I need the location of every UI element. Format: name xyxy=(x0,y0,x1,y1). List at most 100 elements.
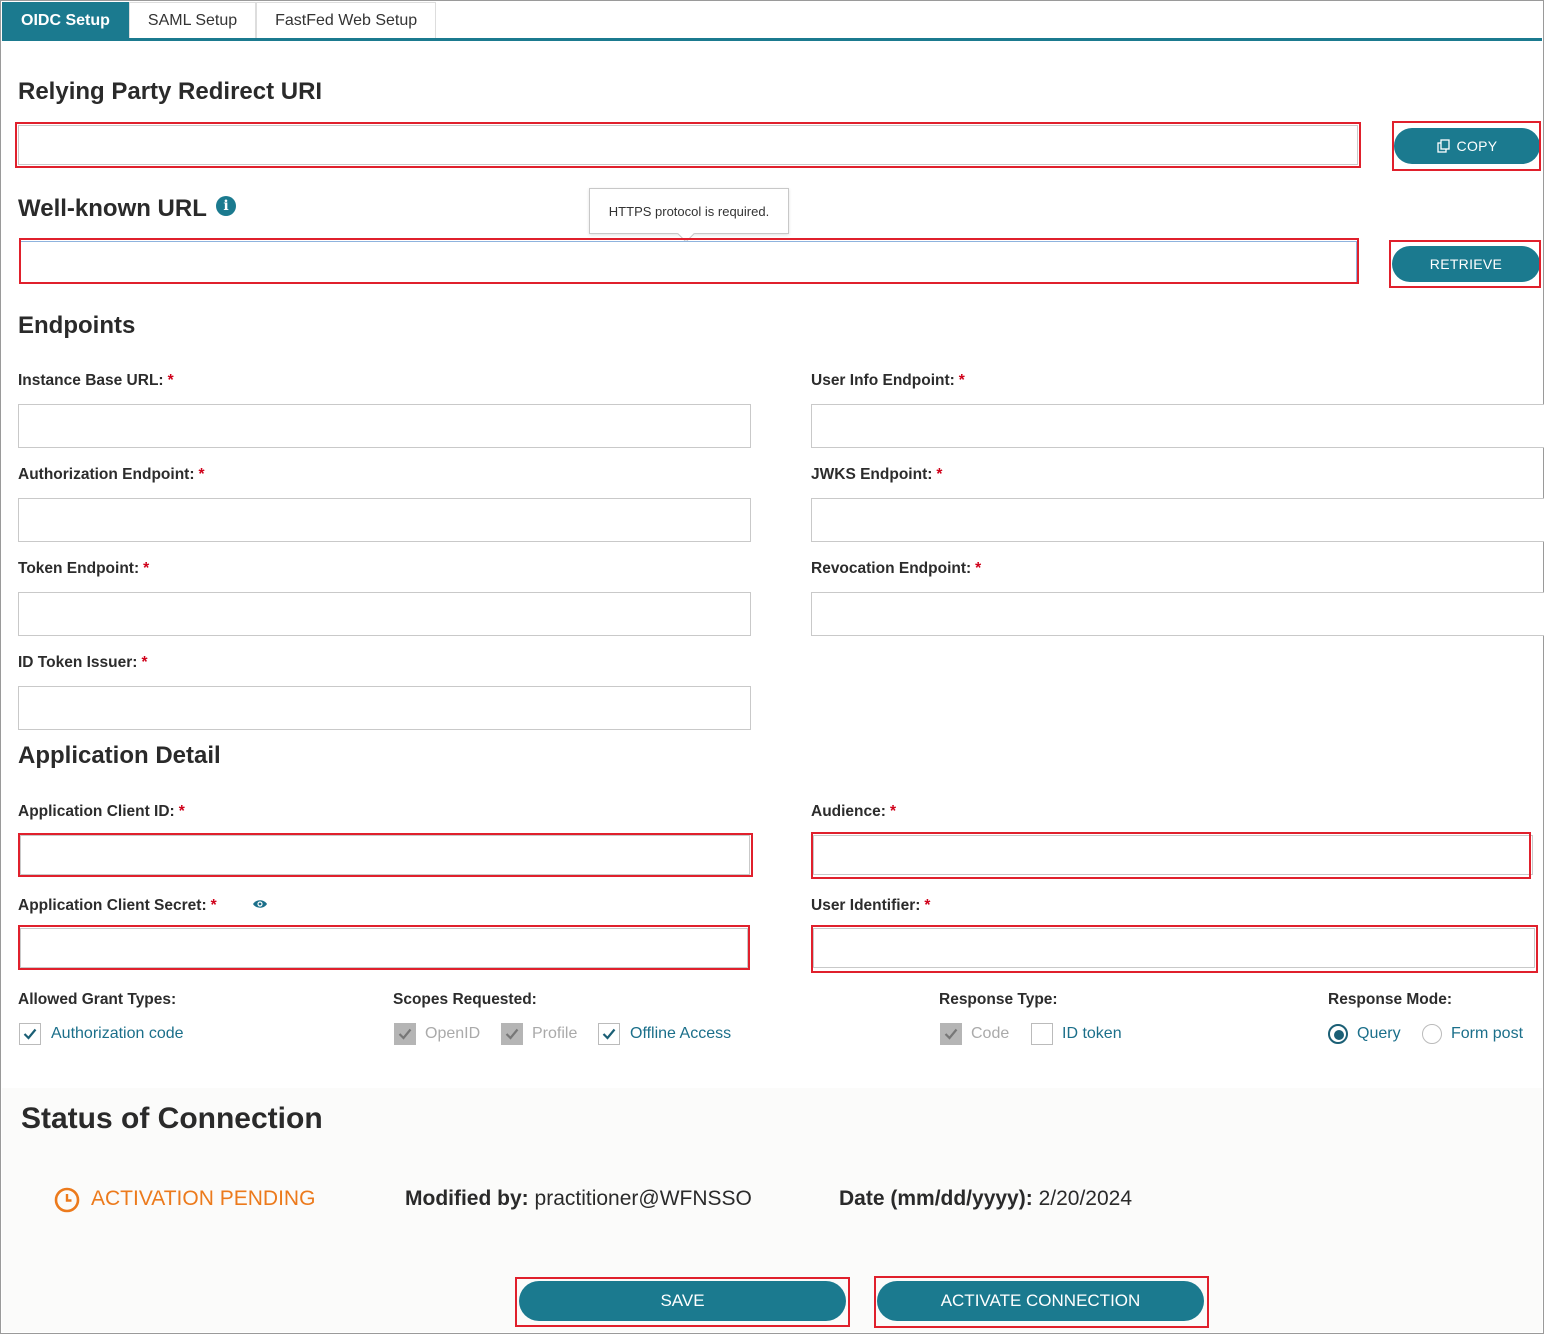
status-title: Status of Connection xyxy=(21,1102,323,1135)
tab-underline xyxy=(2,38,1542,41)
response-mode-label: Response Mode: xyxy=(1328,991,1453,1008)
token-endpoint-input[interactable] xyxy=(18,592,751,636)
tooltip-text: HTTPS protocol is required. xyxy=(608,203,770,219)
colon: : xyxy=(521,1187,529,1210)
modified-by: Modified by: practitioner@WFNSSO xyxy=(405,1187,752,1211)
application-detail-title: Application Detail xyxy=(18,742,221,769)
query-radio[interactable] xyxy=(1328,1024,1348,1044)
modified-by-label: Modified by xyxy=(405,1187,522,1210)
check-icon xyxy=(398,1028,412,1040)
copy-icon xyxy=(1436,139,1450,153)
tab-fastfed-web-setup[interactable]: FastFed Web Setup xyxy=(256,2,437,39)
audience-input[interactable] xyxy=(813,835,1533,875)
relying-party-input[interactable] xyxy=(18,125,1358,165)
response-type-label: Response Type: xyxy=(939,991,1058,1008)
authorization-code-label: Authorization code xyxy=(51,1025,184,1042)
authorization-endpoint-text: Authorization Endpoint: xyxy=(18,466,195,483)
id-token-checkbox[interactable] xyxy=(1031,1023,1053,1045)
activate-connection-button[interactable]: ACTIVATE CONNECTION xyxy=(877,1281,1204,1321)
modified-by-value: practitioner@WFNSSO xyxy=(534,1187,752,1210)
check-icon xyxy=(23,1028,37,1040)
scopes-label: Scopes Requested: xyxy=(393,991,537,1008)
required-marker: * xyxy=(141,654,148,671)
required-marker: * xyxy=(924,897,931,914)
clock-icon xyxy=(54,1187,80,1213)
tab-oidc-setup[interactable]: OIDC Setup xyxy=(2,2,129,39)
id-token-label: ID token xyxy=(1062,1025,1122,1042)
audience-label: Audience: * xyxy=(811,803,896,821)
authorization-endpoint-label: Authorization Endpoint: * xyxy=(18,466,205,484)
info-icon[interactable]: i xyxy=(216,196,236,216)
grant-types-label: Allowed Grant Types: xyxy=(18,991,177,1008)
user-identifier-text: User Identifier: xyxy=(811,897,921,914)
revocation-endpoint-label: Revocation Endpoint: * xyxy=(811,560,981,578)
client-id-label: Application Client ID: * xyxy=(18,803,185,821)
required-marker: * xyxy=(975,560,982,577)
user-identifier-input[interactable] xyxy=(813,928,1535,968)
date-value: 2/20/2024 xyxy=(1038,1187,1133,1210)
modified-date: Date (mm/dd/yyyy): 2/20/2024 xyxy=(839,1187,1132,1211)
https-tooltip: HTTPS protocol is required. xyxy=(589,188,789,243)
instance-base-url-text: Instance Base URL: xyxy=(18,372,164,389)
query-label: Query xyxy=(1357,1025,1401,1042)
relying-party-title: Relying Party Redirect URI xyxy=(18,78,323,105)
instance-base-url-input[interactable] xyxy=(18,404,751,448)
client-secret-text: Application Client Secret: xyxy=(18,897,207,914)
profile-label: Profile xyxy=(532,1025,578,1042)
well-known-url-input[interactable] xyxy=(20,241,1357,283)
required-marker: * xyxy=(958,372,965,389)
user-info-endpoint-text: User Info Endpoint: xyxy=(811,372,955,389)
jwks-endpoint-label: JWKS Endpoint: * xyxy=(811,466,942,484)
form-post-label: Form post xyxy=(1451,1025,1524,1042)
required-marker: * xyxy=(198,466,205,483)
form-post-radio[interactable] xyxy=(1422,1024,1442,1044)
revocation-endpoint-text: Revocation Endpoint: xyxy=(811,560,972,577)
revocation-endpoint-input[interactable] xyxy=(811,592,1544,636)
required-marker: * xyxy=(167,372,174,389)
eye-icon[interactable] xyxy=(252,897,268,911)
required-marker: * xyxy=(143,560,150,577)
required-marker: * xyxy=(178,803,185,820)
offline-access-checkbox[interactable] xyxy=(598,1023,620,1045)
required-marker: * xyxy=(889,803,896,820)
id-token-issuer-text: ID Token Issuer: xyxy=(18,654,138,671)
save-button[interactable]: SAVE xyxy=(519,1281,846,1321)
client-id-text: Application Client ID: xyxy=(18,803,175,820)
copy-button[interactable]: COPY xyxy=(1394,128,1540,164)
id-token-issuer-label: ID Token Issuer: * xyxy=(18,654,147,672)
check-icon xyxy=(602,1028,616,1040)
jwks-endpoint-input[interactable] xyxy=(811,498,1544,542)
client-secret-input[interactable] xyxy=(20,928,748,968)
check-icon xyxy=(944,1028,958,1040)
client-secret-label: Application Client Secret: * xyxy=(18,897,217,915)
openid-label: OpenID xyxy=(425,1025,481,1042)
code-label: Code xyxy=(971,1025,1010,1042)
tab-saml-setup[interactable]: SAML Setup xyxy=(128,2,257,39)
token-endpoint-text: Token Endpoint: xyxy=(18,560,140,577)
setup-tabs: OIDC Setup SAML Setup FastFed Web Setup xyxy=(2,2,437,39)
profile-checkbox xyxy=(501,1023,523,1045)
well-known-title: Well-known URL xyxy=(18,195,207,222)
id-token-issuer-input[interactable] xyxy=(18,686,751,730)
date-label: Date (mm/dd/yyyy) xyxy=(839,1187,1026,1210)
required-marker: * xyxy=(936,466,943,483)
colon: : xyxy=(1025,1187,1033,1210)
audience-text: Audience: xyxy=(811,803,886,820)
authorization-endpoint-input[interactable] xyxy=(18,498,751,542)
jwks-endpoint-text: JWKS Endpoint: xyxy=(811,466,933,483)
copy-button-label: COPY xyxy=(1456,138,1498,154)
retrieve-button[interactable]: RETRIEVE xyxy=(1392,246,1540,282)
client-id-input[interactable] xyxy=(20,835,750,875)
token-endpoint-label: Token Endpoint: * xyxy=(18,560,149,578)
required-marker: * xyxy=(210,897,217,914)
user-info-endpoint-input[interactable] xyxy=(811,404,1544,448)
endpoints-title: Endpoints xyxy=(18,312,136,339)
user-info-endpoint-label: User Info Endpoint: * xyxy=(811,372,965,390)
code-checkbox xyxy=(940,1023,962,1045)
user-identifier-label: User Identifier: * xyxy=(811,897,930,915)
check-icon xyxy=(505,1028,519,1040)
openid-checkbox xyxy=(394,1023,416,1045)
instance-base-url-label: Instance Base URL: * xyxy=(18,372,174,390)
authorization-code-checkbox[interactable] xyxy=(19,1023,41,1045)
offline-access-label: Offline Access xyxy=(630,1025,732,1042)
